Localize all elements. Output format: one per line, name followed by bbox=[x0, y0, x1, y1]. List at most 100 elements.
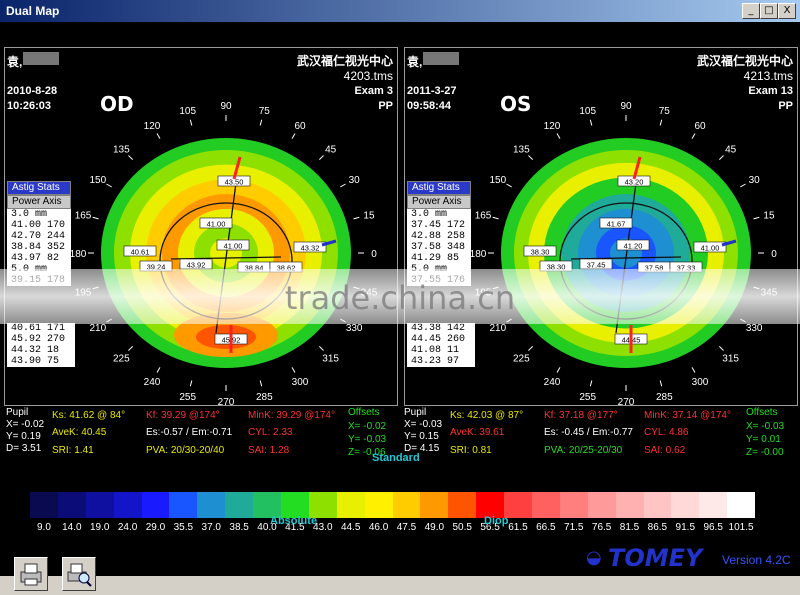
color-scale-labels: 9.0 14.0 19.0 24.0 29.0 35.5 37.0 38.5 40.0 41.5 4… bbox=[30, 522, 755, 534]
offset-x: X= -0.03 bbox=[746, 421, 785, 432]
od-panel[interactable]: 袁, 武汉福仁视光中心 4203.tms Exam 3 2010-8-28 10… bbox=[4, 47, 398, 406]
axis-label: 285 bbox=[656, 392, 673, 403]
offset-x: X= -0.02 bbox=[348, 421, 387, 432]
scale-label: 71.5 bbox=[564, 522, 584, 533]
k-marker-label: 38.30 bbox=[531, 248, 550, 257]
window-title: Dual Map bbox=[6, 4, 60, 18]
es-em-value: Es: -0.45 / Em:-0.77 bbox=[544, 427, 633, 438]
file-name: 4203.tms bbox=[343, 69, 393, 83]
astig-row: 42.88 258 bbox=[411, 231, 466, 242]
k-marker: 41.00 bbox=[216, 239, 250, 251]
axis-tick bbox=[189, 380, 193, 387]
scale-swatch bbox=[169, 492, 198, 518]
k-marker: 37.45 bbox=[579, 258, 613, 270]
pupil-y: Y= 0.19 bbox=[6, 431, 41, 442]
power-axis-button[interactable]: Power Axis bbox=[7, 195, 71, 209]
k-marker: 40.61 bbox=[123, 245, 157, 257]
color-scale-bar bbox=[30, 492, 756, 518]
scale-swatch bbox=[57, 492, 86, 518]
astig-row: 41.29 85 bbox=[411, 253, 460, 264]
power-axis-button[interactable]: Power Axis bbox=[407, 195, 471, 209]
scale-label: 38.5 bbox=[229, 522, 249, 533]
version-label: Version 4.2C bbox=[722, 553, 791, 567]
axis-tick bbox=[492, 216, 499, 220]
patient-name-blur bbox=[23, 52, 59, 65]
k-marker-label: 41.00 bbox=[224, 242, 243, 251]
astig-row: 42.70 244 bbox=[11, 231, 66, 242]
axis-label: 120 bbox=[544, 121, 561, 132]
clinic-name: 武汉福仁视光中心 bbox=[296, 54, 393, 68]
maximize-button[interactable]: □ bbox=[760, 3, 778, 19]
axis-label: 165 bbox=[475, 211, 492, 222]
astig-row: 44.45 260 bbox=[411, 334, 466, 345]
scale-swatch bbox=[643, 492, 672, 518]
axis-tick bbox=[589, 380, 593, 387]
cyl-value: CYL: 2.33 bbox=[248, 427, 293, 438]
scale-mode-diop: Diop bbox=[484, 515, 509, 527]
astig-row: 37.45 172 bbox=[411, 220, 466, 231]
offset-z: Z= -0.00 bbox=[746, 447, 784, 458]
axis-tick bbox=[128, 155, 134, 161]
scale-label: 91.5 bbox=[675, 522, 696, 533]
pupil-label: Pupil bbox=[6, 407, 29, 418]
scale-label: 46.0 bbox=[368, 522, 389, 533]
axis-label: 180 bbox=[471, 249, 487, 260]
astig-stats-button[interactable]: Astig Stats bbox=[407, 181, 471, 195]
k-marker: 43.32 bbox=[293, 241, 327, 253]
exam-number: Exam 3 bbox=[354, 85, 393, 97]
axis-label: 135 bbox=[513, 144, 530, 155]
axis-label: 135 bbox=[113, 144, 130, 155]
pupil-x: X= -0.02 bbox=[6, 419, 45, 430]
sai-value: SAI: 0.62 bbox=[644, 445, 686, 456]
axis-label: 165 bbox=[75, 211, 92, 222]
patient-name: 袁, bbox=[7, 55, 23, 69]
os-topography-map[interactable]: 0153045607590105120135150165180195210225… bbox=[471, 98, 781, 406]
axis-tick bbox=[528, 155, 534, 161]
es-em-value: Es:-0.57 / Em:-0.71 bbox=[146, 427, 233, 438]
scale-label: 50.5 bbox=[452, 522, 472, 533]
axis-label: 180 bbox=[71, 249, 87, 260]
close-button[interactable]: X bbox=[778, 3, 796, 19]
scale-label: 29.0 bbox=[145, 522, 166, 533]
scale-swatch bbox=[448, 492, 477, 518]
astig-row: 40.61 171 bbox=[11, 323, 66, 334]
axis-label: 90 bbox=[620, 101, 632, 112]
od-topography-map[interactable]: 0153045607590105120135150165180195210225… bbox=[71, 98, 381, 406]
axis-tick bbox=[259, 119, 263, 126]
k-marker-label: 41.00 bbox=[701, 244, 720, 253]
scale-label: 47.5 bbox=[396, 522, 417, 533]
axis-label: 285 bbox=[256, 392, 273, 403]
axis-tick bbox=[291, 133, 296, 139]
brand-logo: TOMEY bbox=[608, 544, 703, 572]
kf-value: Kf: 39.29 @174° bbox=[146, 410, 220, 421]
print-preview-button[interactable] bbox=[62, 557, 96, 591]
axis-tick bbox=[556, 367, 561, 373]
axis-tick bbox=[589, 119, 593, 126]
scale-swatch bbox=[364, 492, 393, 518]
scale-label: 76.5 bbox=[591, 522, 612, 533]
watermark-text: trade.china.cn bbox=[284, 279, 516, 317]
sri-value: SRI: 1.41 bbox=[52, 445, 94, 456]
axis-label: 315 bbox=[322, 354, 339, 365]
axis-label: 90 bbox=[220, 101, 232, 112]
scale-swatch bbox=[559, 492, 588, 518]
axis-tick bbox=[259, 380, 263, 387]
axis-tick bbox=[189, 119, 193, 126]
axis-label: 60 bbox=[694, 121, 706, 132]
axis-tick bbox=[740, 183, 746, 188]
astig-stats-button[interactable]: Astig Stats bbox=[7, 181, 71, 195]
axis-tick bbox=[718, 345, 724, 351]
scale-swatch bbox=[671, 492, 700, 518]
axis-label: 240 bbox=[544, 377, 561, 388]
k-marker: 38.30 bbox=[523, 245, 557, 257]
axis-label: 330 bbox=[346, 323, 363, 334]
pupil-y: Y= 0.15 bbox=[404, 431, 439, 442]
astig-row: 3.0 mm bbox=[411, 209, 448, 220]
pupil-d: D= 3.51 bbox=[6, 443, 42, 454]
os-panel[interactable]: 袁, 武汉福仁视光中心 4213.tms Exam 13 2011-3-27 0… bbox=[404, 47, 798, 406]
minimize-button[interactable]: _ bbox=[742, 3, 760, 19]
print-button[interactable] bbox=[14, 557, 48, 591]
mink-value: MinK: 39.29 @174° bbox=[248, 410, 335, 421]
axis-label: 270 bbox=[618, 397, 635, 406]
ks-value: Ks: 42.03 @ 87° bbox=[450, 410, 524, 421]
